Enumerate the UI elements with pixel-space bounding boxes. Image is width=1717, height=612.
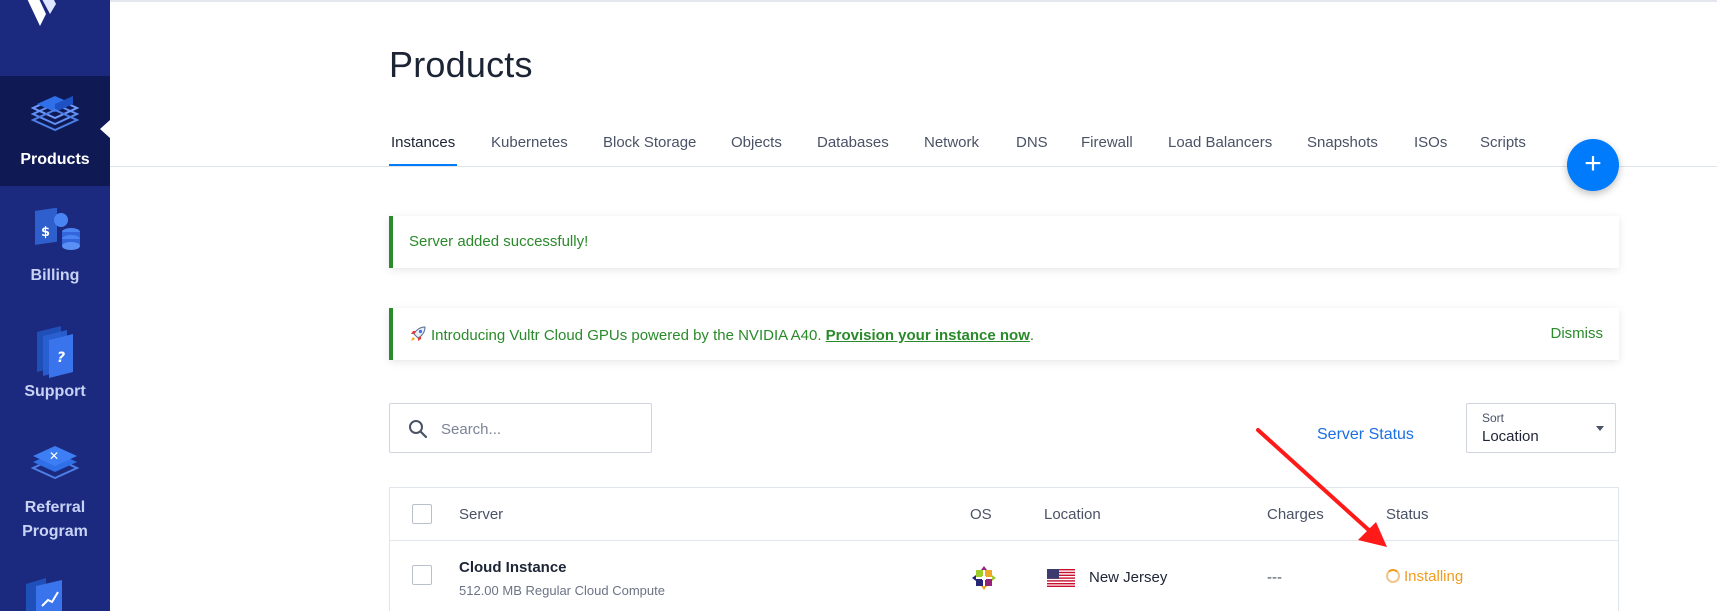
server-name-link[interactable]: Cloud Instance xyxy=(459,559,567,576)
sidebar-item-label: Products xyxy=(20,151,90,168)
us-flag-icon xyxy=(1047,569,1075,587)
sidebar-item-label: Support xyxy=(24,383,86,400)
support-icon: ? xyxy=(37,326,73,378)
success-message: Server added successfully! xyxy=(409,233,589,250)
svg-text:$: $ xyxy=(41,225,50,240)
page-title: Products xyxy=(389,44,533,85)
vultr-logo[interactable] xyxy=(20,0,62,40)
charges-text: --- xyxy=(1267,569,1282,586)
tab-kubernetes[interactable]: Kubernetes xyxy=(491,134,568,151)
server-status-link[interactable]: Server Status xyxy=(1317,426,1414,444)
plus-icon: + xyxy=(1584,147,1602,180)
centos-icon xyxy=(972,566,996,590)
instances-table: Server OS Location Charges Status Cloud … xyxy=(389,487,1619,611)
sidebar-item-label: Program xyxy=(22,523,88,540)
sort-label: Sort xyxy=(1482,411,1505,425)
column-location[interactable]: Location xyxy=(1044,506,1101,523)
success-alert: Server added successfully! xyxy=(389,216,1619,268)
active-indicator xyxy=(100,120,110,138)
sidebar-item-support[interactable]: ? Support xyxy=(0,316,110,416)
promo-alert: Introducing Vultr Cloud GPUs powered by … xyxy=(389,308,1619,360)
billing-icon: $ xyxy=(35,207,80,250)
search-box[interactable] xyxy=(389,403,652,453)
table-header: Server OS Location Charges Status xyxy=(390,488,1618,541)
server-plan: 512.00 MB Regular Cloud Compute xyxy=(459,583,665,598)
tab-network[interactable]: Network xyxy=(924,134,979,151)
table-row[interactable]: Cloud Instance 512.00 MB Regular Cloud C… xyxy=(390,541,1618,612)
add-product-button[interactable]: + xyxy=(1567,139,1619,191)
search-icon xyxy=(409,420,428,439)
sidebar-item-billing[interactable]: $ Billing xyxy=(0,200,110,300)
chart-nav-icon[interactable] xyxy=(18,574,74,611)
sort-value: Location xyxy=(1482,428,1539,445)
promo-message-wrap: Introducing Vultr Cloud GPUs powered by … xyxy=(409,325,1034,344)
svg-text:?: ? xyxy=(57,350,65,366)
tab-load-balancers[interactable]: Load Balancers xyxy=(1168,134,1272,151)
tab-snapshots[interactable]: Snapshots xyxy=(1307,134,1378,151)
tab-databases[interactable]: Databases xyxy=(817,134,889,151)
status-badge: Installing xyxy=(1386,568,1463,586)
tab-isos[interactable]: ISOs xyxy=(1414,134,1447,151)
search-input[interactable] xyxy=(441,418,641,440)
status-text: Installing xyxy=(1404,568,1464,585)
select-all-checkbox[interactable] xyxy=(412,504,432,524)
dismiss-button[interactable]: Dismiss xyxy=(1551,325,1604,342)
sidebar: Products $ Billing ? Support ✕ Referral … xyxy=(0,0,110,611)
row-checkbox[interactable] xyxy=(412,565,432,585)
rocket-icon xyxy=(411,326,426,341)
svg-text:✕: ✕ xyxy=(49,449,59,463)
tab-scripts[interactable]: Scripts xyxy=(1480,134,1526,151)
sidebar-item-referral-program[interactable]: ✕ Referral Program xyxy=(0,432,110,552)
column-server[interactable]: Server xyxy=(459,506,503,523)
tab-dns[interactable]: DNS xyxy=(1016,134,1048,151)
promo-suffix: . xyxy=(1029,327,1035,344)
provision-instance-link[interactable]: Provision your instance now xyxy=(826,327,1030,344)
top-border xyxy=(110,0,1717,2)
promo-text: Introducing Vultr Cloud GPUs powered by … xyxy=(431,327,826,344)
column-os[interactable]: OS xyxy=(970,506,992,523)
chevron-down-icon xyxy=(1596,426,1604,431)
tab-instances[interactable]: Instances xyxy=(391,134,455,151)
referral-icon: ✕ xyxy=(30,446,80,480)
sidebar-item-label: Referral xyxy=(24,499,86,516)
column-charges[interactable]: Charges xyxy=(1267,506,1324,523)
sort-select[interactable]: Sort Location xyxy=(1466,403,1616,453)
location-text: New Jersey xyxy=(1089,569,1168,586)
sidebar-item-label: Billing xyxy=(30,267,80,284)
spinner-icon xyxy=(1386,569,1400,583)
tab-firewall[interactable]: Firewall xyxy=(1081,134,1133,151)
tab-block-storage[interactable]: Block Storage xyxy=(603,134,696,151)
column-status[interactable]: Status xyxy=(1386,506,1429,523)
tabs-divider xyxy=(110,166,1717,167)
tab-objects[interactable]: Objects xyxy=(731,134,782,151)
sidebar-item-products[interactable]: Products xyxy=(0,76,110,186)
products-layers-icon xyxy=(30,96,80,132)
